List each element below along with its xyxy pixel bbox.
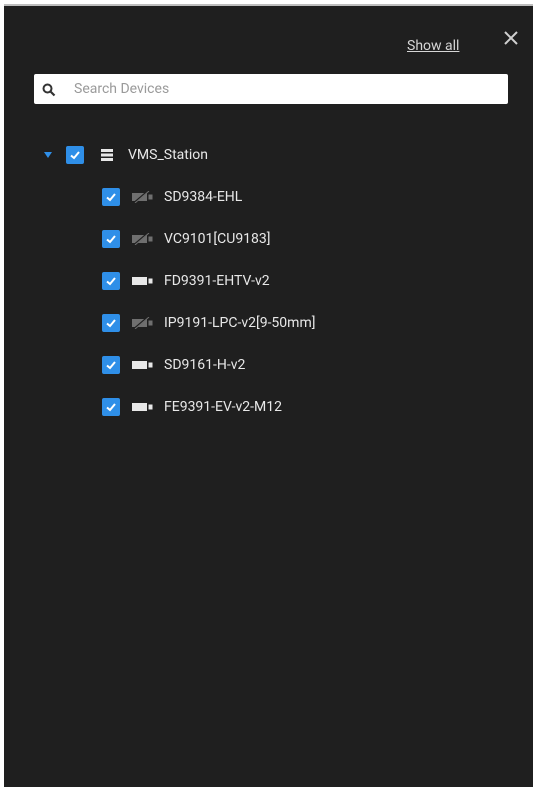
device-checkbox[interactable] bbox=[102, 356, 120, 374]
tree-root-row[interactable]: VMS_Station bbox=[44, 144, 208, 166]
root-label[interactable]: VMS_Station bbox=[128, 147, 208, 163]
server-icon bbox=[96, 148, 118, 162]
show-all-link[interactable]: Show all bbox=[407, 38, 459, 54]
expand-arrow-icon[interactable] bbox=[44, 152, 52, 158]
camera-offline-icon bbox=[132, 190, 154, 204]
device-row[interactable]: SD9161-H-v2 bbox=[102, 354, 245, 376]
device-checkbox[interactable] bbox=[102, 398, 120, 416]
device-row[interactable]: SD9384-EHL bbox=[102, 186, 242, 208]
device-label[interactable]: FE9391-EV-v2-M12 bbox=[164, 399, 282, 415]
camera-offline-icon bbox=[132, 232, 154, 246]
search-input[interactable] bbox=[74, 74, 494, 104]
camera-offline-icon bbox=[132, 316, 154, 330]
device-label[interactable]: VC9101[CU9183] bbox=[164, 231, 271, 247]
device-checkbox[interactable] bbox=[102, 314, 120, 332]
close-icon[interactable] bbox=[501, 28, 521, 48]
device-row[interactable]: IP9191-LPC-v2[9-50mm] bbox=[102, 312, 315, 334]
device-row[interactable]: FD9391-EHTV-v2 bbox=[102, 270, 270, 292]
device-checkbox[interactable] bbox=[102, 188, 120, 206]
device-label[interactable]: FD9391-EHTV-v2 bbox=[164, 273, 270, 289]
device-checkbox[interactable] bbox=[102, 230, 120, 248]
device-row[interactable]: VC9101[CU9183] bbox=[102, 228, 271, 250]
device-checkbox[interactable] bbox=[102, 272, 120, 290]
root-checkbox[interactable] bbox=[66, 146, 84, 164]
camera-icon bbox=[132, 400, 154, 414]
camera-icon bbox=[132, 358, 154, 372]
device-panel: Show all Search Devices VMS_Station SD93… bbox=[4, 4, 533, 787]
device-label[interactable]: IP9191-LPC-v2[9-50mm] bbox=[164, 315, 315, 331]
search-box bbox=[34, 74, 508, 104]
device-label[interactable]: SD9161-H-v2 bbox=[164, 357, 245, 373]
device-row[interactable]: FE9391-EV-v2-M12 bbox=[102, 396, 282, 418]
camera-icon bbox=[132, 274, 154, 288]
device-label[interactable]: SD9384-EHL bbox=[164, 189, 242, 205]
search-icon bbox=[42, 82, 56, 97]
